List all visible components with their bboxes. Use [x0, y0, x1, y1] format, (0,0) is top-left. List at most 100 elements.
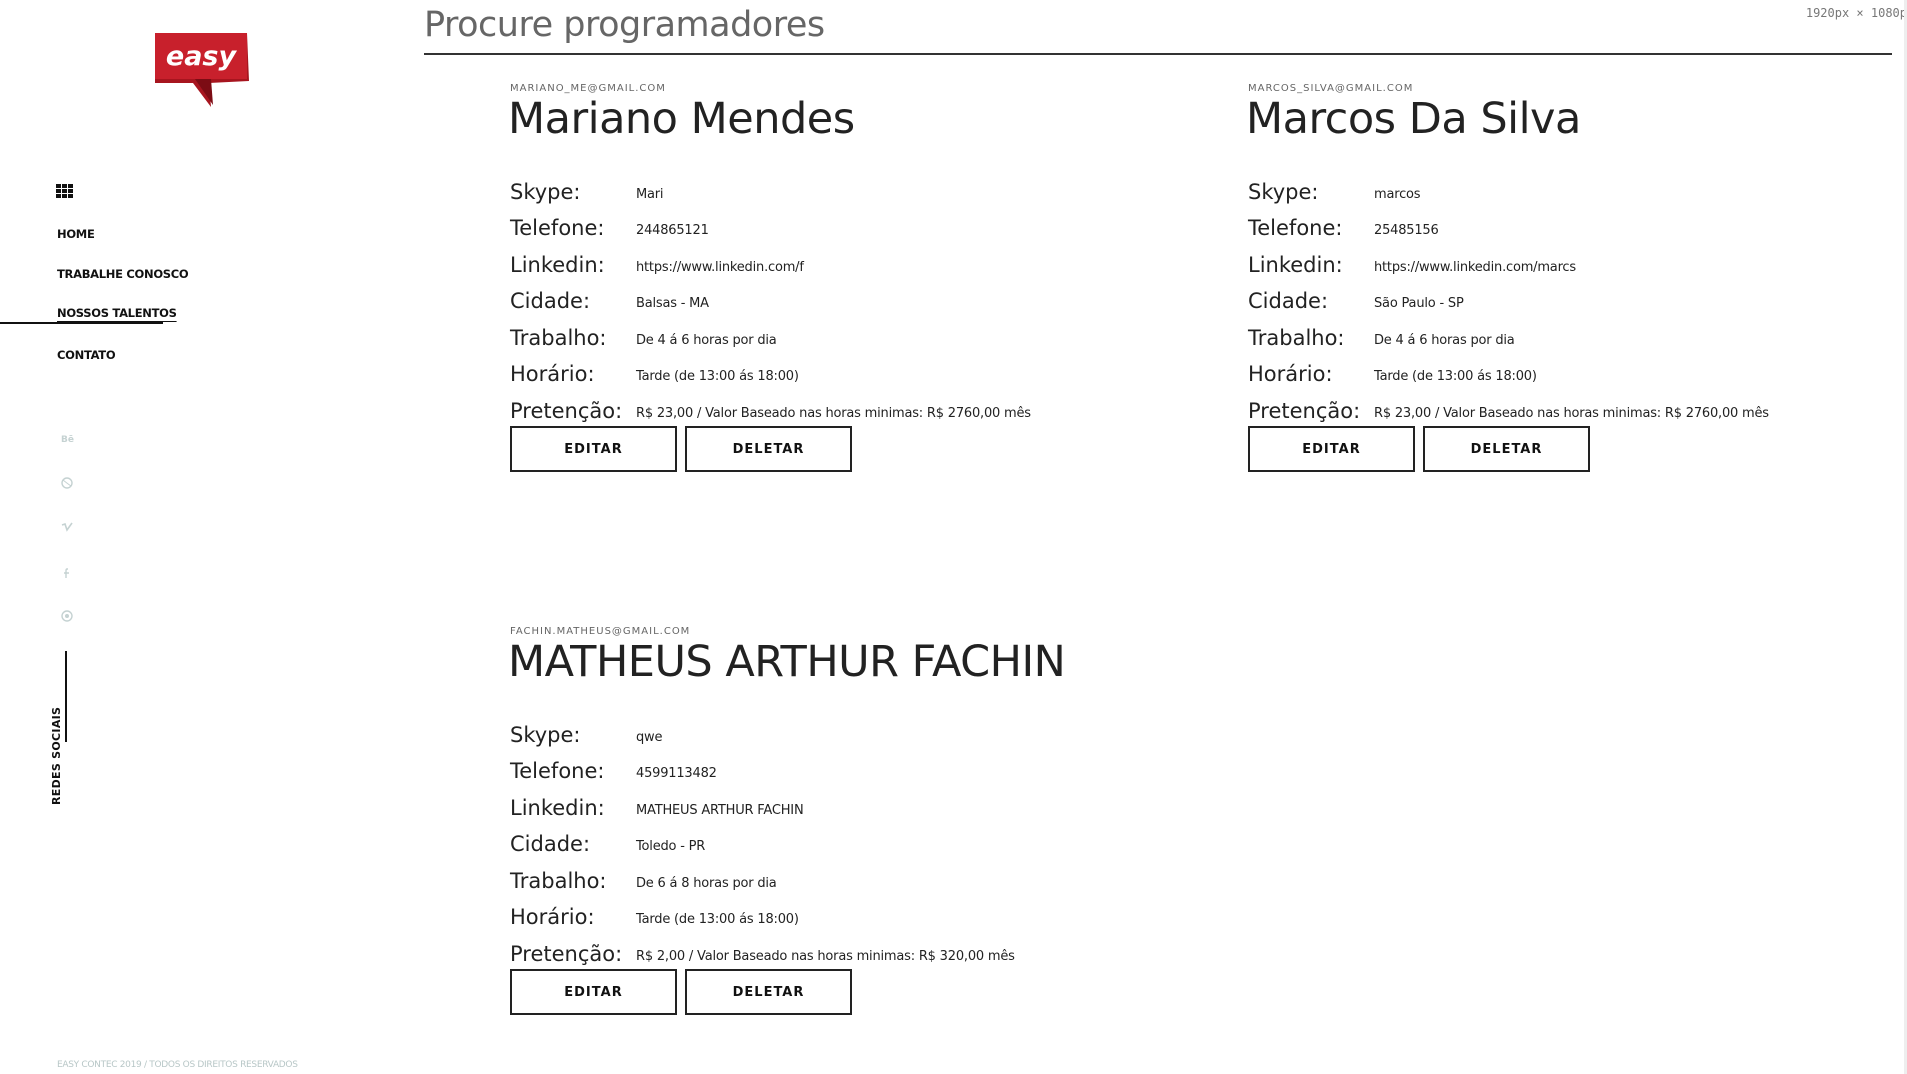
- sidebar: easy HOME TRABALHE CONOSCO NOSSOS TALENT…: [0, 0, 300, 1074]
- developer-card: MARIANO_ME@GMAIL.COM Mariano Mendes Skyp…: [508, 83, 1230, 513]
- grid-icon[interactable]: [56, 184, 73, 199]
- pretencao-label: Pretenção:: [510, 942, 623, 966]
- telefone-row: Telefone: 4599113482: [510, 759, 1230, 789]
- skype-label: Skype:: [1248, 180, 1319, 204]
- trabalho-value: De 4 á 6 horas por dia: [1374, 333, 1515, 348]
- pretencao-label: Pretenção:: [510, 399, 623, 423]
- edit-button[interactable]: EDITAR: [1248, 426, 1415, 472]
- cidade-label: Cidade:: [510, 289, 591, 313]
- trabalho-value: De 6 á 8 horas por dia: [636, 876, 777, 891]
- cidade-row: Cidade: São Paulo - SP: [1248, 289, 1907, 319]
- linkedin-value: MATHEUS ARTHUR FACHIN: [636, 803, 804, 818]
- pretencao-value: R$ 23,00 / Valor Baseado nas horas minim…: [636, 406, 1031, 421]
- pretencao-row: Pretenção: R$ 2,00 / Valor Baseado nas h…: [510, 942, 1230, 972]
- linkedin-label: Linkedin:: [1248, 253, 1343, 277]
- developer-name: MATHEUS ARTHUR FACHIN: [508, 637, 1066, 687]
- trabalho-label: Trabalho:: [510, 869, 607, 893]
- delete-button[interactable]: DELETAR: [685, 426, 852, 472]
- trabalho-row: Trabalho: De 4 á 6 horas por dia: [1248, 326, 1907, 356]
- telefone-row: Telefone: 244865121: [510, 216, 1230, 246]
- horario-value: Tarde (de 13:00 ás 18:00): [636, 912, 799, 927]
- cidade-row: Cidade: Balsas - MA: [510, 289, 1230, 319]
- trabalho-label: Trabalho:: [1248, 326, 1345, 350]
- page-title: Procure programadores: [424, 5, 825, 45]
- svg-text:Bē: Bē: [61, 435, 74, 445]
- skype-value: marcos: [1374, 187, 1421, 202]
- cidade-value: Balsas - MA: [636, 296, 709, 311]
- developer-email: FACHIN.MATHEUS@GMAIL.COM: [510, 626, 691, 637]
- nav-contato[interactable]: CONTATO: [57, 348, 116, 362]
- developer-email: MARCOS_SILVA@GMAIL.COM: [1248, 83, 1414, 94]
- horario-row: Horário: Tarde (de 13:00 ás 18:00): [510, 905, 1230, 935]
- vimeo-icon[interactable]: [60, 520, 74, 534]
- nav-trabalhe-conosco[interactable]: TRABALHE CONOSCO: [57, 267, 189, 281]
- edit-button[interactable]: EDITAR: [510, 426, 677, 472]
- active-nav-indicator: [0, 322, 163, 324]
- pretencao-value: R$ 2,00 / Valor Baseado nas horas minima…: [636, 949, 1015, 964]
- edit-button[interactable]: EDITAR: [510, 969, 677, 1015]
- social-label: REDES SOCIAIS: [50, 706, 63, 805]
- horario-value: Tarde (de 13:00 ás 18:00): [1374, 369, 1537, 384]
- horario-row: Horário: Tarde (de 13:00 ás 18:00): [1248, 362, 1907, 392]
- telefone-label: Telefone:: [1248, 216, 1343, 240]
- easy-logo[interactable]: easy: [155, 33, 251, 109]
- developer-name: Marcos Da Silva: [1246, 94, 1581, 144]
- horario-row: Horário: Tarde (de 13:00 ás 18:00): [510, 362, 1230, 392]
- linkedin-label: Linkedin:: [510, 253, 605, 277]
- linkedin-row: Linkedin: MATHEUS ARTHUR FACHIN: [510, 796, 1230, 826]
- facebook-icon[interactable]: [60, 566, 74, 580]
- logo-text: easy: [166, 41, 238, 72]
- horario-label: Horário:: [510, 905, 595, 929]
- trabalho-value: De 4 á 6 horas por dia: [636, 333, 777, 348]
- skype-row: Skype: marcos: [1248, 180, 1907, 210]
- pretencao-row: Pretenção: R$ 23,00 / Valor Baseado nas …: [1248, 399, 1907, 429]
- linkedin-row: Linkedin: https://www.linkedin.com/marcs: [1248, 253, 1907, 283]
- developer-card: FACHIN.MATHEUS@GMAIL.COM MATHEUS ARTHUR …: [508, 626, 1230, 1056]
- pretencao-label: Pretenção:: [1248, 399, 1361, 423]
- telefone-label: Telefone:: [510, 759, 605, 783]
- skype-label: Skype:: [510, 180, 581, 204]
- linkedin-label: Linkedin:: [510, 796, 605, 820]
- developer-email: MARIANO_ME@GMAIL.COM: [510, 83, 666, 94]
- skype-label: Skype:: [510, 723, 581, 747]
- cidade-row: Cidade: Toledo - PR: [510, 832, 1230, 862]
- developer-name: Mariano Mendes: [508, 94, 855, 144]
- trabalho-row: Trabalho: De 4 á 6 horas por dia: [510, 326, 1230, 356]
- trabalho-row: Trabalho: De 6 á 8 horas por dia: [510, 869, 1230, 899]
- skype-row: Skype: Mari: [510, 180, 1230, 210]
- cidade-value: São Paulo - SP: [1374, 296, 1464, 311]
- nav-nossos-talentos[interactable]: NOSSOS TALENTOS: [57, 306, 177, 320]
- viewport-size-readout: 1920px × 1080p: [1805, 6, 1907, 20]
- linkedin-value: https://www.linkedin.com/marcs: [1374, 260, 1576, 275]
- title-divider: [424, 53, 1892, 55]
- trabalho-label: Trabalho:: [510, 326, 607, 350]
- footer-copyright: EASY CONTEC 2019 / TODOS OS DIREITOS RES…: [57, 1060, 298, 1070]
- delete-button[interactable]: DELETAR: [1423, 426, 1590, 472]
- social-divider: [65, 651, 67, 742]
- globe-icon[interactable]: [60, 609, 74, 623]
- telefone-value: 244865121: [636, 223, 709, 238]
- delete-button[interactable]: DELETAR: [685, 969, 852, 1015]
- telefone-value: 25485156: [1374, 223, 1439, 238]
- telefone-value: 4599113482: [636, 766, 717, 781]
- skype-value: qwe: [636, 730, 663, 745]
- cidade-label: Cidade:: [1248, 289, 1329, 313]
- horario-label: Horário:: [510, 362, 595, 386]
- telefone-row: Telefone: 25485156: [1248, 216, 1907, 246]
- skype-value: Mari: [636, 187, 664, 202]
- horario-value: Tarde (de 13:00 ás 18:00): [636, 369, 799, 384]
- developer-card: MARCOS_SILVA@GMAIL.COM Marcos Da Silva S…: [1246, 83, 1907, 513]
- linkedin-value: https://www.linkedin.com/f: [636, 260, 804, 275]
- behance-icon[interactable]: Bē: [60, 431, 74, 445]
- telefone-label: Telefone:: [510, 216, 605, 240]
- logo-graphic: easy: [155, 33, 249, 107]
- cidade-value: Toledo - PR: [636, 839, 706, 854]
- pretencao-row: Pretenção: R$ 23,00 / Valor Baseado nas …: [510, 399, 1230, 429]
- skype-row: Skype: qwe: [510, 723, 1230, 753]
- cidade-label: Cidade:: [510, 832, 591, 856]
- linkedin-row: Linkedin: https://www.linkedin.com/f: [510, 253, 1230, 283]
- nav-home[interactable]: HOME: [57, 227, 95, 241]
- horario-label: Horário:: [1248, 362, 1333, 386]
- dribbble-icon[interactable]: [60, 476, 74, 490]
- pretencao-value: R$ 23,00 / Valor Baseado nas horas minim…: [1374, 406, 1769, 421]
